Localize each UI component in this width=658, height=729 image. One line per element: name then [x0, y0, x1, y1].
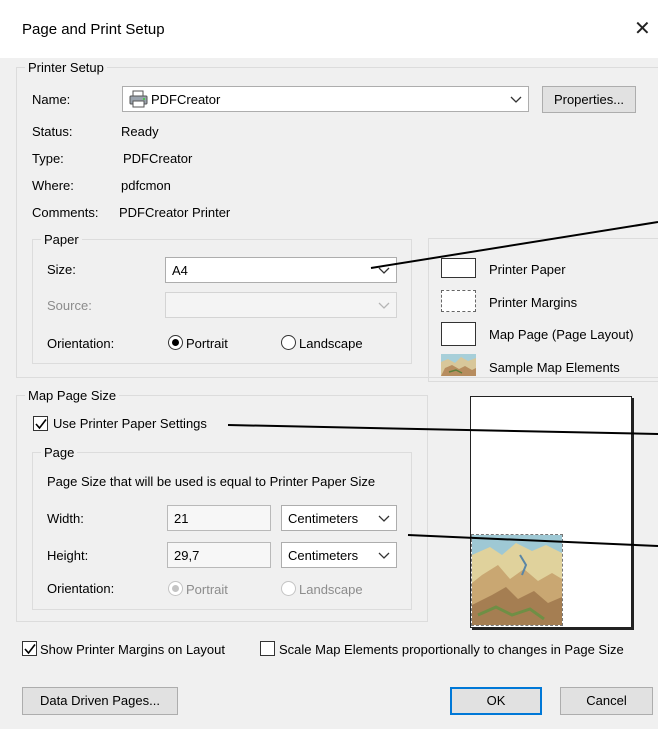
- page-orientation-label: Orientation:: [47, 581, 115, 596]
- paper-orientation-label: Orientation:: [47, 336, 115, 351]
- printer-paper-swatch: [441, 258, 476, 278]
- name-label: Name:: [32, 92, 71, 107]
- use-printer-paper-checkbox[interactable]: [33, 416, 48, 431]
- properties-button[interactable]: Properties...: [542, 86, 636, 113]
- use-printer-paper-label: Use Printer Paper Settings: [53, 416, 207, 431]
- sample-map-label: Sample Map Elements: [489, 360, 620, 375]
- printer-icon: [129, 90, 149, 111]
- width-value: 21: [174, 511, 189, 526]
- page-landscape-label: Landscape: [299, 582, 363, 597]
- comments-label: Comments:: [32, 205, 99, 220]
- map-page-size-legend: Map Page Size: [28, 388, 117, 403]
- printer-setup-legend: Printer Setup: [28, 60, 104, 75]
- paper-size-value: A4: [172, 263, 188, 278]
- paper-source-select[interactable]: [165, 292, 397, 318]
- page-size-info: Page Size that will be used is equal to …: [47, 474, 376, 489]
- comments-value: PDFCreator Printer: [119, 205, 231, 220]
- width-unit-select[interactable]: Centimeters: [281, 505, 397, 531]
- printer-margins-swatch: [441, 290, 476, 312]
- show-margins-label: Show Printer Margins on Layout: [40, 642, 225, 657]
- height-unit-value: Centimeters: [288, 548, 359, 563]
- printer-paper-label: Printer Paper: [489, 262, 566, 277]
- printer-name-select[interactable]: PDFCreator: [122, 86, 529, 112]
- type-label: Type:: [32, 151, 64, 166]
- printer-name-value: PDFCreator: [151, 92, 221, 107]
- window-title: Page and Print Setup: [22, 21, 165, 38]
- type-value: PDFCreator: [123, 151, 193, 166]
- map-page-swatch: [441, 322, 476, 346]
- printer-margins-label: Printer Margins: [489, 295, 578, 310]
- chevron-down-icon: [378, 296, 390, 314]
- close-icon[interactable]: ✕: [634, 16, 651, 41]
- portrait-label: Portrait: [186, 336, 228, 351]
- sample-map-swatch: [441, 354, 476, 376]
- preview-map-element: [471, 534, 563, 626]
- height-label: Height:: [47, 548, 89, 563]
- paper-size-select[interactable]: A4: [165, 257, 397, 283]
- source-label: Source:: [47, 298, 92, 313]
- chevron-down-icon: [378, 261, 390, 279]
- scale-elements-label: Scale Map Elements proportionally to cha…: [279, 642, 624, 657]
- where-label: Where:: [32, 178, 74, 193]
- paper-legend: Paper: [44, 232, 79, 247]
- portrait-radio[interactable]: [168, 335, 183, 350]
- scale-elements-checkbox[interactable]: [260, 641, 275, 656]
- data-driven-pages-button[interactable]: Data Driven Pages...: [22, 687, 178, 715]
- page-portrait-label: Portrait: [186, 582, 228, 597]
- chevron-down-icon: [510, 90, 522, 108]
- width-unit-value: Centimeters: [288, 511, 359, 526]
- cancel-button[interactable]: Cancel: [560, 687, 653, 715]
- where-value: pdfcmon: [121, 178, 171, 193]
- height-unit-select[interactable]: Centimeters: [281, 542, 397, 568]
- size-label: Size:: [47, 262, 76, 277]
- status-label: Status:: [32, 124, 73, 139]
- page-legend: Page: [44, 445, 75, 460]
- ok-button[interactable]: OK: [450, 687, 542, 715]
- height-field[interactable]: 29,7: [167, 542, 271, 568]
- width-label: Width:: [47, 511, 84, 526]
- width-field[interactable]: 21: [167, 505, 271, 531]
- chevron-down-icon: [378, 546, 390, 564]
- page-portrait-radio[interactable]: [168, 581, 183, 596]
- status-value: Ready: [121, 124, 159, 139]
- landscape-radio[interactable]: [281, 335, 296, 350]
- page-landscape-radio[interactable]: [281, 581, 296, 596]
- chevron-down-icon: [378, 509, 390, 527]
- show-margins-checkbox[interactable]: [22, 641, 37, 656]
- map-page-label: Map Page (Page Layout): [489, 327, 634, 342]
- landscape-label: Landscape: [299, 336, 363, 351]
- height-value: 29,7: [174, 548, 200, 563]
